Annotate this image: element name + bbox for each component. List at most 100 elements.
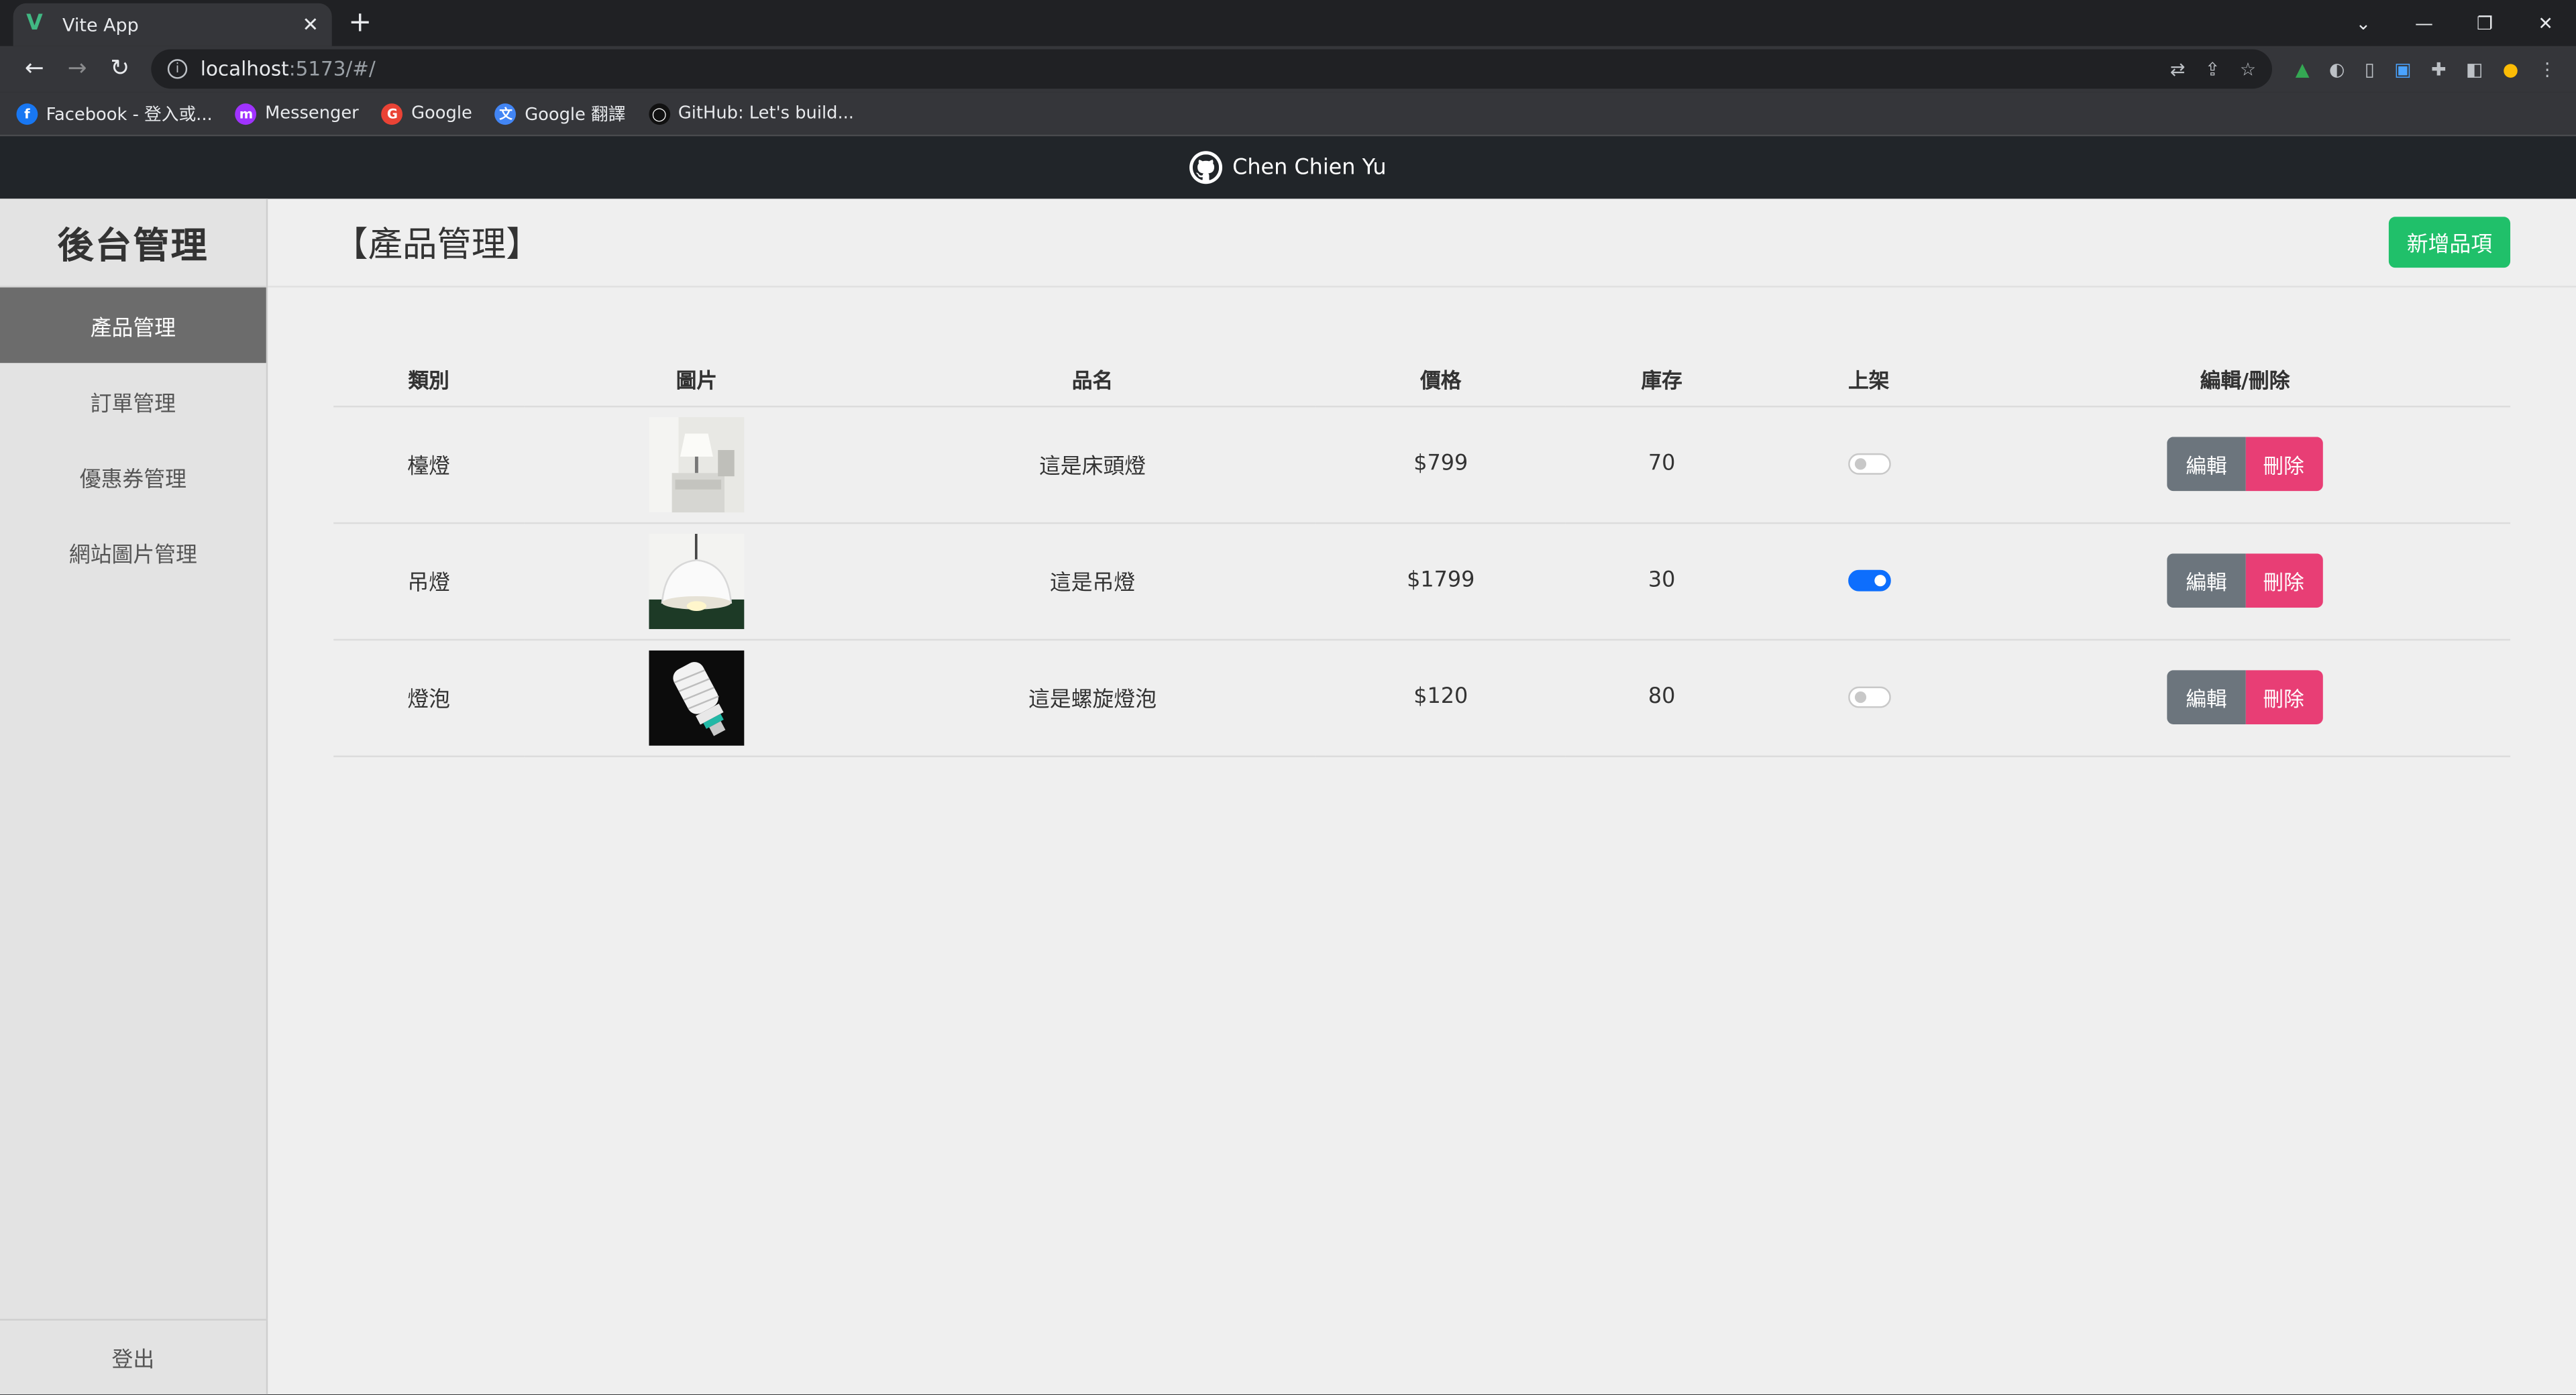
- url-host: localhost: [200, 57, 289, 81]
- edit-button[interactable]: 編輯: [2167, 437, 2245, 492]
- product-price: $120: [1413, 685, 1468, 710]
- column-header: 庫存: [1565, 353, 1758, 407]
- product-name: 這是床頭燈: [1038, 455, 1146, 480]
- column-header: 圖片: [524, 353, 869, 407]
- image-cell: [524, 638, 869, 757]
- tab-search-icon[interactable]: ⌄: [2333, 12, 2394, 34]
- github-icon[interactable]: [1189, 151, 1223, 184]
- product-name: 這是吊燈: [1049, 571, 1136, 596]
- product-price: $799: [1413, 451, 1468, 477]
- profile-avatar-icon[interactable]: ●: [2503, 58, 2519, 80]
- address-bar[interactable]: i localhost :5173/#/ ⇄ ⇪ ☆: [151, 49, 2273, 89]
- product-table: 類別 圖片 品名 價格 庫存 上架 編輯/刪除 檯燈 這是床頭燈 $799 70 編輯 刪除 吊燈 這是吊…: [333, 353, 2511, 757]
- window-controls: ⌄ — ❐ ✕: [2333, 0, 2576, 46]
- browser-tab[interactable]: V Vite App ✕: [13, 3, 332, 46]
- actions-cell: 編輯 刪除: [1980, 522, 2511, 640]
- sidebar-item-products[interactable]: 產品管理: [0, 287, 266, 364]
- bookmark-label: Facebook - 登入或...: [46, 104, 213, 124]
- product-category: 燈泡: [407, 688, 451, 713]
- sidebar-item-site-images[interactable]: 網站圖片管理: [0, 514, 266, 590]
- product-category: 吊燈: [407, 571, 451, 596]
- share-icon[interactable]: ⇪: [2205, 58, 2220, 80]
- bookmarks-bar: f Facebook - 登入或... m Messenger G Google 文 Goog…: [0, 92, 2576, 137]
- product-stock: 30: [1648, 568, 1676, 594]
- enabled-cell: [1758, 405, 1980, 524]
- name-cell: 這是螺旋燈泡: [869, 638, 1316, 757]
- product-price: $1799: [1407, 568, 1475, 594]
- pendant-lamp-photo: [649, 533, 745, 628]
- stock-cell: 70: [1565, 405, 1758, 524]
- device-extension-icon[interactable]: ▯: [2365, 58, 2375, 80]
- close-window-icon[interactable]: ✕: [2515, 12, 2576, 34]
- reload-icon[interactable]: ↻: [99, 56, 142, 82]
- side-panel-icon[interactable]: ◧: [2466, 58, 2483, 80]
- bookmark-item[interactable]: f Facebook - 登入或...: [16, 101, 213, 126]
- sidebar-item-orders[interactable]: 訂單管理: [0, 363, 266, 439]
- category-cell: 檯燈: [333, 405, 525, 524]
- publish-toggle[interactable]: [1847, 686, 1890, 708]
- row-actions: 編輯 刪除: [2167, 670, 2322, 725]
- back-icon[interactable]: ←: [13, 56, 56, 82]
- browser-tab-bar: V Vite App ✕ + ⌄ — ❐ ✕: [0, 0, 2576, 46]
- product-name: 這是螺旋燈泡: [1028, 688, 1157, 713]
- site-info-icon[interactable]: i: [167, 59, 188, 79]
- browser-toolbar: ← → ↻ i localhost :5173/#/ ⇄ ⇪ ☆ ▲ ◐ ▯ ▣…: [0, 46, 2576, 93]
- publish-toggle[interactable]: [1847, 453, 1890, 475]
- bookmark-item[interactable]: 文 Google 翻譯: [495, 101, 625, 126]
- minimize-icon[interactable]: —: [2394, 12, 2455, 34]
- category-cell: 燈泡: [333, 638, 525, 757]
- product-stock: 70: [1648, 451, 1676, 477]
- product-table-wrap: 類別 圖片 品名 價格 庫存 上架 編輯/刪除 檯燈 這是床頭燈 $799 70 編輯 刪除 吊燈 這是吊…: [333, 353, 2511, 757]
- price-cell: $120: [1316, 638, 1566, 757]
- bookmark-label: GitHub: Let's build...: [678, 103, 854, 123]
- sidebar-nav: 產品管理 訂單管理 優惠券管理 網站圖片管理: [0, 287, 266, 590]
- column-header: 價格: [1316, 353, 1566, 407]
- drive-extension-icon[interactable]: ▲: [2296, 58, 2310, 80]
- column-header: 類別: [333, 353, 525, 407]
- logout-button[interactable]: 登出: [0, 1319, 266, 1395]
- bookmark-item[interactable]: G Google: [382, 103, 472, 124]
- price-cell: $799: [1316, 405, 1566, 524]
- menu-kebab-icon[interactable]: ⋮: [2538, 58, 2557, 80]
- tab-close-icon[interactable]: ✕: [302, 13, 319, 36]
- stock-cell: 30: [1565, 522, 1758, 640]
- table-row: 燈泡 這是螺旋燈泡 $120 80 編輯 刪除: [333, 638, 2511, 757]
- sidebar-item-coupons[interactable]: 優惠券管理: [0, 439, 266, 514]
- bookmark-item[interactable]: m Messenger: [235, 103, 359, 124]
- main-content: 【產品管理】 新增品項 類別 圖片 品名 價格 庫存 上架 編輯/刪除 檯燈 這是床頭燈 $79…: [268, 199, 2576, 1394]
- row-actions: 編輯 刪除: [2167, 553, 2322, 608]
- delete-button[interactable]: 刪除: [2245, 670, 2322, 725]
- table-lamp-photo: [649, 416, 745, 512]
- delete-button[interactable]: 刪除: [2245, 553, 2322, 608]
- row-actions: 編輯 刪除: [2167, 437, 2322, 492]
- bookmark-item[interactable]: ◯ GitHub: Let's build...: [648, 103, 854, 124]
- sidebar-brand: 後台管理: [0, 199, 266, 288]
- table-header-row: 類別 圖片 品名 價格 庫存 上架 編輯/刪除: [333, 353, 2511, 407]
- add-product-button[interactable]: 新增品項: [2388, 217, 2511, 268]
- image-cell: [524, 405, 869, 524]
- app-header: Chen Chien Yu: [0, 136, 2576, 199]
- bookmark-star-icon[interactable]: ☆: [2240, 58, 2256, 80]
- forward-icon[interactable]: →: [56, 56, 99, 82]
- publish-toggle[interactable]: [1847, 569, 1890, 592]
- sidebar: 後台管理 產品管理 訂單管理 優惠券管理 網站圖片管理 登出: [0, 199, 268, 1395]
- product-stock: 80: [1648, 685, 1676, 710]
- edit-button[interactable]: 編輯: [2167, 553, 2245, 608]
- actions-cell: 編輯 刪除: [1980, 638, 2511, 757]
- edit-button[interactable]: 編輯: [2167, 670, 2245, 725]
- tab-title: Vite App: [62, 13, 139, 36]
- bookmark-label: Google 翻譯: [525, 104, 626, 124]
- translate-icon[interactable]: ⇄: [2170, 58, 2186, 80]
- new-tab-icon[interactable]: +: [348, 7, 372, 40]
- restore-icon[interactable]: ❐: [2455, 12, 2516, 34]
- table-body: 檯燈 這是床頭燈 $799 70 編輯 刪除 吊燈 這是吊燈 $1799 30 編輯 刪除 燈泡 這是螺旋…: [333, 405, 2511, 757]
- puzzle-extensions-icon[interactable]: ✚: [2431, 58, 2447, 80]
- table-row: 檯燈 這是床頭燈 $799 70 編輯 刪除: [333, 405, 2511, 524]
- delete-button[interactable]: 刪除: [2245, 437, 2322, 492]
- reader-extension-icon[interactable]: ▣: [2394, 58, 2411, 80]
- author-name[interactable]: Chen Chien Yu: [1232, 155, 1386, 180]
- bookmark-favicon-icon: f: [16, 103, 38, 124]
- admin-layout: 後台管理 產品管理 訂單管理 優惠券管理 網站圖片管理 登出 【產品管理】 新增品項 …: [0, 199, 2576, 1395]
- category-cell: 吊燈: [333, 522, 525, 640]
- extension-icon[interactable]: ◐: [2329, 58, 2345, 80]
